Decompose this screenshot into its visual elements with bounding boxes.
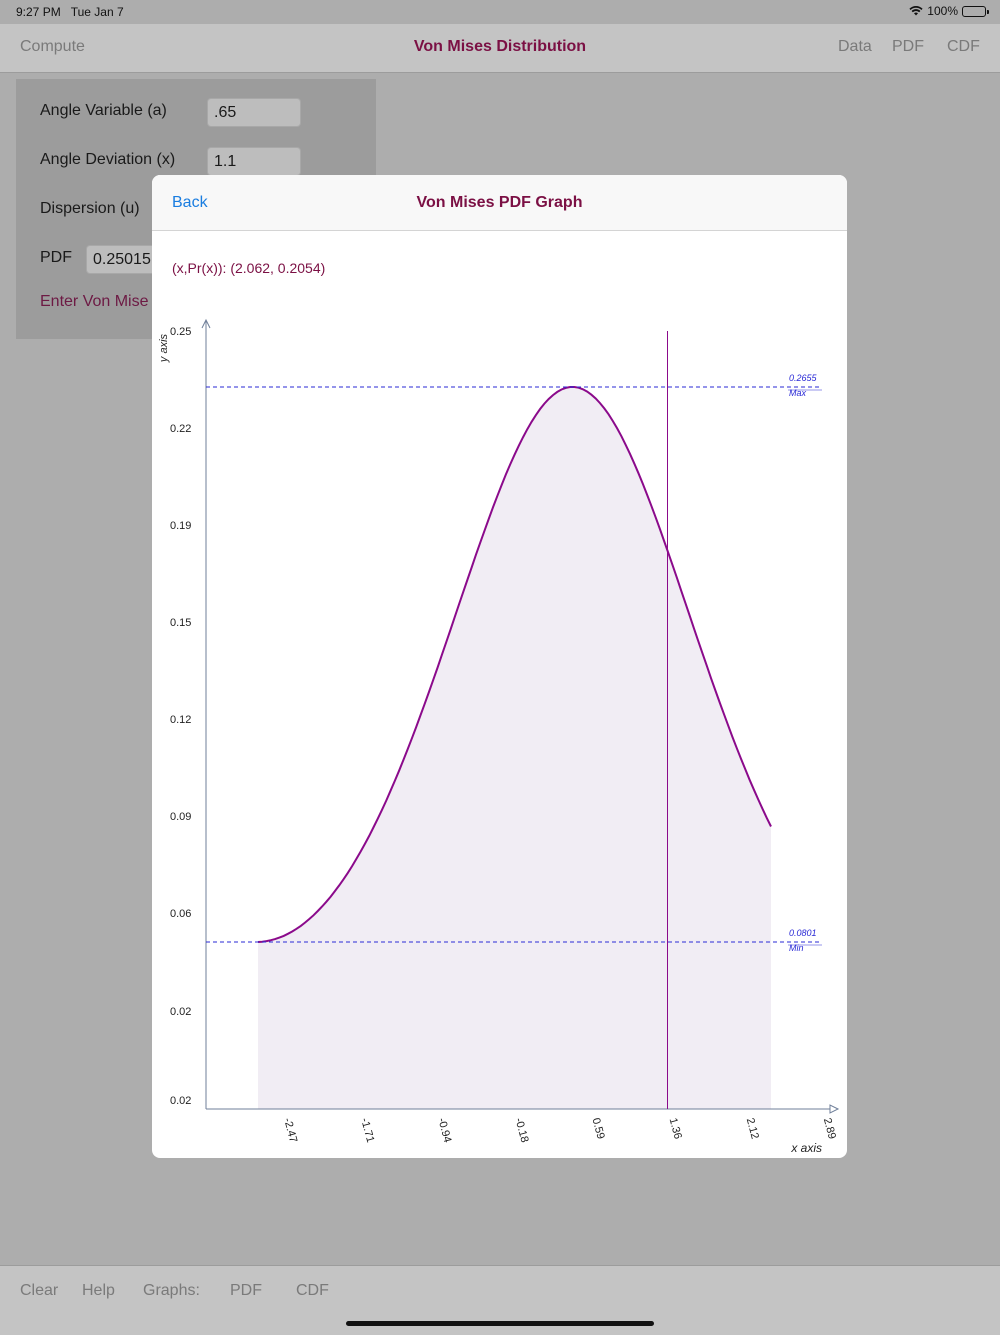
x-tick-label: -0.94 [435,1117,453,1144]
pdf-label: PDF [40,249,72,266]
cdf-graph-button[interactable]: CDF [296,1282,329,1300]
battery-percent: 100% [927,4,958,18]
help-button[interactable]: Help [82,1282,115,1300]
y-tick-label: 0.02 [170,1095,191,1107]
battery-icon [962,5,989,17]
x-tick-label: 2.89 [821,1117,838,1141]
pdf-nav-button[interactable]: PDF [892,38,924,56]
angle-variable-label: Angle Variable (a) [40,102,167,119]
angle-variable-input[interactable]: .65 [207,98,301,127]
x-tick-label: -1.71 [358,1117,376,1144]
x-axis-arrow [829,1104,840,1114]
status-right: 100% [909,4,989,18]
wifi-icon [909,6,923,16]
y-axis-label: y axis [158,333,170,363]
y-tick-label: 0.12 [170,714,191,726]
status-time: 9:27 PM Tue Jan 7 [16,5,124,19]
x-axis-label: x axis [790,1141,822,1155]
pdf-area [258,387,771,1109]
y-tick-label: 0.25 [170,326,191,338]
angle-deviation-input[interactable]: 1.1 [207,147,301,176]
y-tick-label: 0.02 [170,1006,191,1018]
x-tick-label: -0.18 [512,1117,530,1144]
home-indicator[interactable] [346,1321,654,1326]
data-button[interactable]: Data [838,38,872,56]
y-tick-label: 0.06 [170,908,191,920]
x-tick-label: 2.12 [744,1117,761,1141]
y-tick-label: 0.19 [170,520,191,532]
y-tick-label: 0.15 [170,617,191,629]
dispersion-label: Dispersion (u) [40,200,140,217]
min-label: Min [789,943,804,953]
clear-button[interactable]: Clear [20,1282,58,1300]
status-bar: 9:27 PM Tue Jan 7 100% [0,0,1000,24]
x-tick-labels: -2.47 -1.71 -0.94 -0.18 0.59 1.36 2.12 2.89 [281,1117,838,1144]
x-tick-label: 0.59 [590,1117,607,1141]
y-tick-label: 0.22 [170,423,191,435]
y-tick-labels: 0.25 0.22 0.19 0.15 0.12 0.09 0.06 0.02 0.02 [170,326,191,1107]
angle-deviation-label: Angle Deviation (x) [40,151,176,168]
y-tick-label: 0.09 [170,811,191,823]
max-label: Max [789,388,807,398]
graphs-label: Graphs: [143,1282,200,1299]
x-tick-label: -2.47 [281,1117,299,1144]
pdf-graph-button[interactable]: PDF [230,1282,262,1300]
x-tick-label: 1.36 [667,1117,684,1141]
cdf-nav-button[interactable]: CDF [947,38,980,56]
max-value-label: 0.2655 [789,373,818,383]
navigation-bar: Compute Von Mises Distribution Data PDF … [0,24,1000,73]
enter-values-link[interactable]: Enter Von Mise [40,293,149,311]
min-value-label: 0.0801 [789,928,817,938]
graph-modal: Back Von Mises PDF Graph (x,Pr(x)): (2.0… [152,175,847,1158]
pdf-chart[interactable]: 0.25 0.22 0.19 0.15 0.12 0.09 0.06 0.02 0.02 -2.… [152,175,847,1158]
